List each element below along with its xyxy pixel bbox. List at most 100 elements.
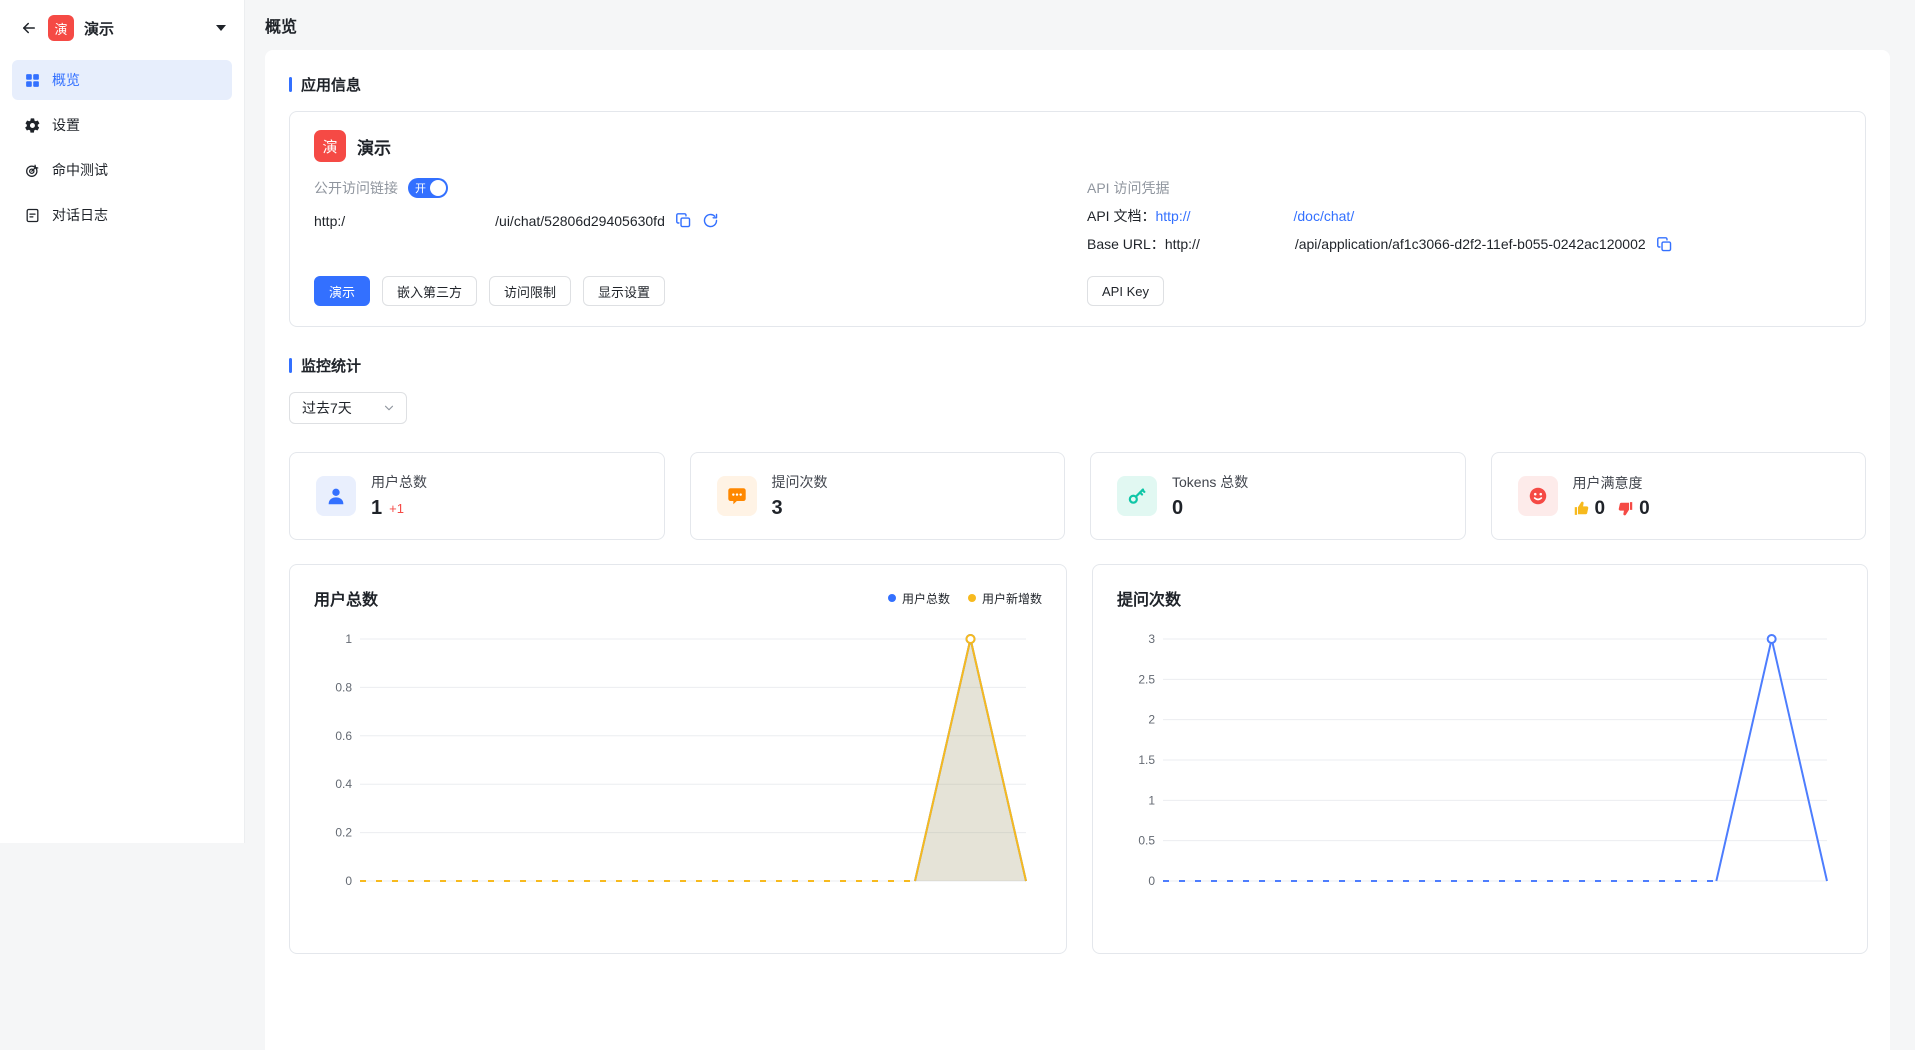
smiley-icon — [1518, 476, 1558, 516]
legend-label[interactable]: 用户总数 — [902, 590, 950, 607]
chevron-down-icon[interactable] — [216, 25, 226, 31]
public-link-url: http:/ /ui/chat/52806d29405630fd — [314, 212, 1087, 229]
svg-text:0.2: 0.2 — [335, 826, 352, 840]
stat-value: 0 — [1172, 497, 1183, 520]
section-bar — [289, 358, 292, 373]
api-doc-link-prefix[interactable]: http:// — [1155, 208, 1190, 224]
stat-label: 用户总数 — [371, 472, 427, 492]
chart-card-users: 用户总数 用户总数 用户新增数 1 0.8 0.6 0.4 0.2 0 — [289, 564, 1067, 954]
app-logo: 演 — [48, 15, 74, 41]
content-panel: 应用信息 演 演示 公开访问链接 开 ht — [265, 50, 1890, 1050]
sidebar-item-chat-logs[interactable]: 对话日志 — [12, 195, 232, 235]
svg-text:1: 1 — [345, 632, 352, 646]
copy-icon[interactable] — [1656, 236, 1673, 253]
base-url-label: Base URL： — [1087, 234, 1165, 254]
sidebar: 演 演示 概览 设置 命中测试 对话日志 — [0, 0, 245, 843]
gear-icon — [24, 117, 41, 134]
stat-label: Tokens 总数 — [1172, 472, 1248, 492]
chart-legend: 用户总数 用户新增数 — [888, 590, 1042, 607]
svg-text:0: 0 — [345, 874, 352, 888]
time-range-select[interactable]: 过去7天 — [289, 392, 407, 424]
section-bar — [289, 77, 292, 92]
svg-text:3: 3 — [1148, 632, 1155, 646]
stat-card-tokens: Tokens 总数 0 — [1090, 452, 1466, 540]
charts-row: 用户总数 用户总数 用户新增数 1 0.8 0.6 0.4 0.2 0 提问次数 3 2.5… — [289, 564, 1866, 954]
time-range-value: 过去7天 — [302, 398, 352, 418]
stat-label: 用户满意度 — [1573, 473, 1662, 493]
stat-delta: +1 — [389, 501, 404, 516]
stat-card-satisfaction: 用户满意度 0 0 — [1491, 452, 1867, 540]
svg-text:2: 2 — [1148, 713, 1155, 727]
svg-text:0.5: 0.5 — [1138, 834, 1155, 848]
svg-text:0.8: 0.8 — [335, 680, 352, 694]
chart-card-questions: 提问次数 3 2.5 2 1.5 1 0.5 0 — [1092, 564, 1868, 954]
public-link-label: 公开访问链接 — [314, 178, 398, 198]
grid-icon — [24, 72, 41, 89]
svg-text:1.5: 1.5 — [1138, 753, 1155, 767]
users-line-chart: 1 0.8 0.6 0.4 0.2 0 — [314, 619, 1042, 909]
display-settings-button[interactable]: 显示设置 — [583, 276, 665, 306]
api-doc-label: API 文档： — [1087, 206, 1155, 226]
embed-third-party-button[interactable]: 嵌入第三方 — [382, 276, 477, 306]
api-key-button[interactable]: API Key — [1087, 276, 1164, 306]
app-info-card: 演 演示 公开访问链接 开 http:/ / — [289, 111, 1866, 327]
stat-value: 3 — [772, 497, 783, 520]
legend-label[interactable]: 用户新增数 — [982, 590, 1042, 607]
app-name: 演示 — [84, 18, 206, 39]
sidebar-nav: 概览 设置 命中测试 对话日志 — [0, 56, 244, 244]
legend-dot-users — [888, 594, 896, 602]
refresh-icon[interactable] — [702, 212, 719, 229]
sidebar-item-label: 设置 — [52, 115, 80, 135]
copy-icon[interactable] — [675, 212, 692, 229]
toggle-state-label: 开 — [415, 180, 426, 196]
section-app-info-label: 应用信息 — [301, 74, 361, 95]
main-area: 概览 应用信息 演 演示 公开访问链接 开 — [245, 0, 1915, 843]
section-monitor: 监控统计 — [289, 355, 1866, 376]
stat-card-questions: 提问次数 3 — [690, 452, 1066, 540]
sidebar-item-label: 命中测试 — [52, 160, 108, 180]
sidebar-item-hit-test[interactable]: 命中测试 — [12, 150, 232, 190]
section-app-info: 应用信息 — [289, 74, 1866, 95]
key-icon — [1117, 476, 1157, 516]
sidebar-item-settings[interactable]: 设置 — [12, 105, 232, 145]
thumb-down-count: 0 — [1639, 498, 1650, 520]
stat-value: 1 — [371, 497, 382, 520]
document-icon — [24, 207, 41, 224]
url-path: /ui/chat/52806d29405630fd — [495, 213, 665, 229]
app-card-logo: 演 — [314, 130, 346, 162]
svg-text:0.6: 0.6 — [335, 729, 352, 743]
section-monitor-label: 监控统计 — [301, 355, 361, 376]
legend-dot-new-users — [968, 594, 976, 602]
chart-title: 提问次数 — [1117, 586, 1181, 610]
thumb-up-icon — [1573, 500, 1590, 517]
svg-text:2.5: 2.5 — [1138, 672, 1155, 686]
public-link-block: 公开访问链接 开 http:/ /ui/chat/52806d29405630f… — [314, 178, 1087, 229]
api-credentials-block: API 访问凭据 API 文档： http:// /doc/chat/ Base… — [1087, 178, 1841, 254]
thumb-down-icon — [1617, 500, 1634, 517]
chevron-down-icon — [382, 401, 396, 415]
svg-text:0: 0 — [1148, 874, 1155, 888]
stat-cards: 用户总数 1 +1 提问次数 3 Tokens 总数 0 — [289, 452, 1866, 540]
api-doc-link-path[interactable]: /doc/chat/ — [1294, 208, 1355, 224]
back-arrow-icon[interactable] — [20, 19, 38, 37]
app-action-buttons: 演示 嵌入第三方 访问限制 显示设置 — [314, 276, 1087, 306]
sidebar-item-label: 对话日志 — [52, 205, 108, 225]
svg-text:0.4: 0.4 — [335, 777, 352, 791]
access-restriction-button[interactable]: 访问限制 — [489, 276, 571, 306]
questions-line-chart: 3 2.5 2 1.5 1 0.5 0 — [1117, 619, 1843, 909]
sidebar-item-overview[interactable]: 概览 — [12, 60, 232, 100]
chart-title: 用户总数 — [314, 586, 378, 610]
thumb-up-count: 0 — [1595, 498, 1606, 520]
public-link-toggle[interactable]: 开 — [408, 178, 448, 198]
page-title: 概览 — [245, 0, 1915, 50]
stat-card-users: 用户总数 1 +1 — [289, 452, 665, 540]
svg-text:1: 1 — [1148, 793, 1155, 807]
api-credentials-label: API 访问凭据 — [1087, 178, 1841, 198]
user-icon — [316, 476, 356, 516]
demo-button[interactable]: 演示 — [314, 276, 370, 306]
toggle-knob — [430, 180, 446, 196]
stat-label: 提问次数 — [772, 472, 828, 492]
target-icon — [24, 162, 41, 179]
app-card-title: 演示 — [357, 134, 391, 159]
sidebar-header: 演 演示 — [0, 0, 244, 56]
